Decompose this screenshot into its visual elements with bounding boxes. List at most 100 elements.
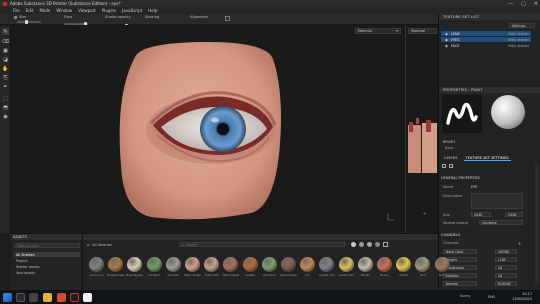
flow-control[interactable]: Flow — [64, 15, 72, 19]
size-dropdown[interactable]: 2048 — [471, 212, 491, 217]
filter-icon[interactable] — [351, 242, 356, 247]
texture-set-row-lens[interactable]: ◉ LENS Main shader — [441, 31, 531, 36]
eye-visibility-icon[interactable]: ◉ — [445, 32, 448, 36]
system-clock[interactable]: 10:17 12/05/2023 — [512, 292, 532, 302]
material-thumbnail[interactable] — [242, 257, 258, 272]
grid-icon[interactable] — [442, 164, 446, 168]
brush-preview[interactable] — [442, 95, 482, 133]
task-view-icon[interactable] — [29, 293, 38, 302]
channel-format[interactable]: L8 — [495, 273, 517, 278]
material-thumbnail[interactable] — [338, 257, 354, 272]
substance-painter-icon[interactable] — [70, 293, 79, 302]
channel-format[interactable]: sRGB8 — [495, 249, 517, 254]
bake-icon[interactable]: ⬒ — [2, 104, 9, 111]
close-button[interactable]: ✕ — [534, 1, 538, 7]
menu-plugins[interactable]: Plugins — [102, 8, 116, 13]
material-thumbnail[interactable] — [108, 257, 124, 272]
size-slider[interactable] — [17, 20, 41, 24]
2d-viewport[interactable]: Material ✛ — [405, 25, 438, 233]
eye-visibility-icon[interactable]: ◉ — [445, 44, 448, 48]
asset-search-input[interactable]: ⌕ Search — [179, 242, 345, 247]
tab-texture-set-settings[interactable]: TEXTURE SET SETTINGS — [463, 156, 511, 161]
channel-row[interactable]: Normal — [443, 281, 477, 286]
material-thumbnail[interactable] — [165, 257, 181, 272]
texture-set-row-eyes[interactable]: ◉ EYES Main shader — [441, 37, 531, 42]
material-thumbnail[interactable] — [434, 257, 450, 272]
material-thumbnail[interactable] — [415, 257, 431, 272]
material-thumbnail[interactable] — [281, 257, 296, 272]
material-thumbnail[interactable] — [204, 257, 220, 272]
menu-viewport[interactable]: Viewport — [78, 8, 96, 13]
maximize-button[interactable]: ▢ — [521, 1, 526, 7]
material-thumbnail[interactable] — [319, 257, 335, 272]
texture-set-shader[interactable]: Main shader — [508, 38, 531, 42]
start-menu-icon[interactable] — [3, 293, 12, 302]
material-thumbnail[interactable] — [185, 257, 200, 272]
properties-scrollbar[interactable] — [535, 164, 538, 284]
file-explorer-icon[interactable] — [43, 293, 52, 302]
menu-file[interactable]: File — [13, 8, 20, 13]
channel-format[interactable]: L8 — [495, 265, 517, 270]
select-icon[interactable]: ⬚ — [2, 95, 9, 102]
geometry-fill-icon[interactable]: ◪ — [2, 56, 9, 63]
texture-set-settings-button[interactable]: Settings — [509, 23, 535, 28]
app-icon[interactable] — [83, 293, 92, 302]
material-thumbnail[interactable] — [396, 257, 412, 272]
material-thumbnail[interactable] — [89, 257, 104, 272]
shelf-category[interactable]: All Shelves — [14, 252, 80, 257]
material-preview-sphere[interactable] — [491, 95, 525, 129]
texture-set-shader[interactable]: Main shader — [508, 32, 531, 36]
menu-javascript[interactable]: JavaScript — [122, 8, 142, 13]
material-thumbnail[interactable] — [223, 257, 239, 272]
eraser-icon[interactable]: ⌫ — [2, 38, 9, 45]
projection-icon[interactable]: ▣ — [2, 47, 9, 54]
shelf-category[interactable]: Project — [14, 258, 80, 263]
stroke-opacity-control[interactable]: Stroke opacity — [105, 15, 131, 19]
filter-path-input[interactable]: Filter by path — [14, 243, 80, 248]
language-indicator[interactable]: ENG — [488, 295, 495, 299]
description-field[interactable] — [471, 193, 523, 209]
shelf-category[interactable]: Starter assets — [14, 264, 80, 269]
paint-brush-icon[interactable]: ✎ — [2, 28, 9, 35]
3d-viewport[interactable]: Material ▾ — [11, 25, 405, 233]
eye-visibility-icon[interactable]: ◉ — [445, 38, 448, 42]
add-channel-icon[interactable]: + — [518, 241, 521, 246]
search-icon[interactable] — [16, 293, 25, 302]
channel-format[interactable]: RGB16F — [495, 281, 517, 286]
shelf-category[interactable]: Your assets — [14, 270, 80, 275]
channel-row[interactable]: Base Color — [443, 249, 477, 254]
material-thumbnail[interactable] — [357, 257, 373, 272]
material-thumbnail[interactable] — [127, 257, 143, 272]
minimize-button[interactable]: — — [508, 1, 513, 7]
menu-help[interactable]: Help — [148, 8, 157, 13]
camera-icon[interactable]: ◉ — [2, 113, 9, 120]
channel-format[interactable]: L16F — [495, 257, 517, 262]
texture-set-shader[interactable]: Main shader — [508, 44, 531, 48]
brush-filter-icon[interactable] — [375, 242, 380, 247]
material-thumbnail[interactable] — [300, 257, 316, 272]
smart-material-icon[interactable] — [367, 242, 372, 247]
layers-icon[interactable] — [449, 164, 453, 168]
normal-mixing-dropdown[interactable]: Combine — [479, 220, 523, 225]
material-filter-icon[interactable] — [359, 242, 364, 247]
clone-icon[interactable]: ⎘ — [2, 74, 9, 81]
color-picker-icon[interactable]: ✒ — [2, 83, 9, 90]
symmetry-icon[interactable] — [225, 16, 230, 21]
library-breadcrumb[interactable]: ⌂ All libraries — [87, 243, 112, 247]
view-options-icon[interactable] — [383, 242, 388, 247]
tab-layers[interactable]: LAYERS — [442, 156, 460, 161]
texture-set-row-face[interactable]: ◉ FACE Main shader — [441, 43, 531, 48]
weather-widget[interactable]: Sunny — [460, 294, 470, 298]
smudge-icon[interactable]: ✋ — [2, 65, 9, 72]
menu-edit[interactable]: Edit — [26, 8, 34, 13]
material-thumbnail[interactable] — [377, 257, 392, 272]
size-control[interactable]: Size — [14, 15, 26, 19]
menu-window[interactable]: Window — [56, 8, 72, 13]
home-icon[interactable]: ⌂ — [87, 243, 89, 247]
material-thumbnail[interactable] — [146, 257, 162, 272]
name-value[interactable]: EYE — [471, 185, 477, 189]
menu-mode[interactable]: Mode — [39, 8, 50, 13]
spacing-control[interactable]: Spacing — [145, 15, 159, 19]
alignment-control[interactable]: Alignment — [190, 15, 208, 19]
browser-icon[interactable] — [57, 293, 66, 302]
